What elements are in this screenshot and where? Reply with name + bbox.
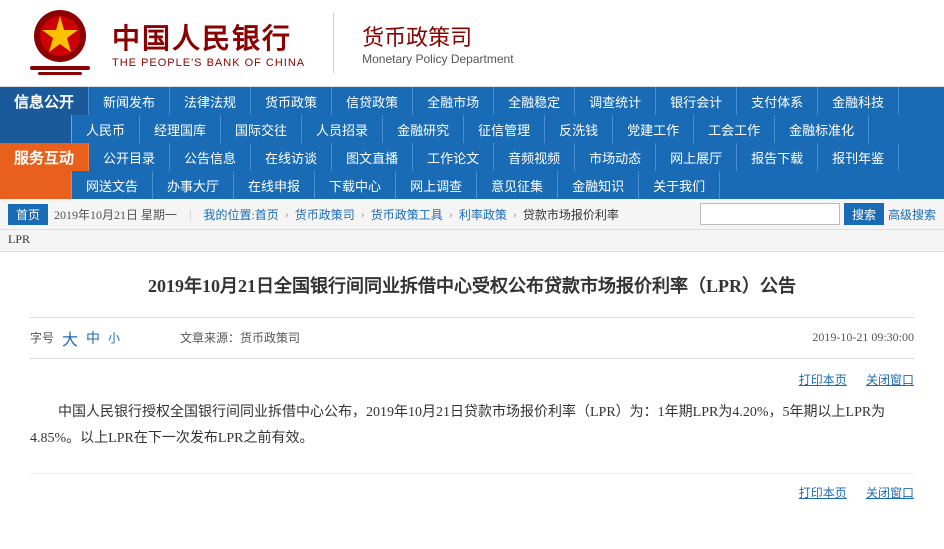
dept-name-cn: 货币政策司 <box>362 20 513 52</box>
lpr-sublabel: LPR <box>0 230 944 252</box>
nav-item-online-hall[interactable]: 网上展厅 <box>656 143 737 171</box>
nav-item-standard[interactable]: 金融标准化 <box>775 115 869 143</box>
nav-item-financial-stable[interactable]: 全融稳定 <box>494 87 575 115</box>
nav-item-monetary[interactable]: 货币政策 <box>251 87 332 115</box>
nav-item-rmb[interactable]: 人民币 <box>72 115 140 143</box>
dept-name-en: Monetary Policy Department <box>362 52 513 66</box>
nav-item-live[interactable]: 图文直播 <box>332 143 413 171</box>
nav-item-audio[interactable]: 音频视频 <box>494 143 575 171</box>
logo-text-group: 中国人民银行 THE PEOPLE'S BANK OF CHINA <box>112 17 305 69</box>
nav-item-yearbook[interactable]: 报刊年鉴 <box>818 143 899 171</box>
article-title: 2019年10月21日全国银行间同业拆借中心受权公布贷款市场报价利率（LPR）公… <box>30 272 914 301</box>
bank-name-cn: 中国人民银行 <box>112 17 305 57</box>
nav-section-service: 服务互动 <box>0 143 89 171</box>
breadcrumb-monetary-tools[interactable]: 货币政策工具 <box>371 206 443 223</box>
nav-row-3: 服务互动 公开目录 公告信息 在线访谈 图文直播 工作论文 音频视频 市场动态 … <box>0 143 944 171</box>
nav-section-info: 信息公开 <box>0 87 89 115</box>
bank-name-en: THE PEOPLE'S BANK OF CHINA <box>112 57 305 69</box>
nav-item-party[interactable]: 党建工作 <box>613 115 694 143</box>
font-size-control: 字号 大 中 小 <box>30 326 120 350</box>
breadcrumb-date: 2019年10月21日 星期一 <box>54 206 177 223</box>
breadcrumb-rate-policy[interactable]: 利率政策 <box>459 206 507 223</box>
pboc-emblem-icon <box>20 8 100 78</box>
nav-item-feedback[interactable]: 意见征集 <box>477 171 558 199</box>
breadcrumb-monetary-dept[interactable]: 货币政策司 <box>295 206 355 223</box>
nav-item-download[interactable]: 下载中心 <box>315 171 396 199</box>
nav-item-market[interactable]: 市场动态 <box>575 143 656 171</box>
nav-row-2: 人民币 经理国库 国际交往 人员招录 金融研究 征信管理 反洗钱 党建工作 工会… <box>0 115 944 143</box>
breadcrumb-arrow-4: › <box>513 207 517 222</box>
nav-item-survey2[interactable]: 网上调查 <box>396 171 477 199</box>
print-button-bottom[interactable]: 打印本页 <box>799 486 847 500</box>
breadcrumb-divider-1: | <box>189 207 191 222</box>
nav-item-credit[interactable]: 信贷政策 <box>332 87 413 115</box>
logo-area: 中国人民银行 THE PEOPLE'S BANK OF CHINA 货币政策司 … <box>20 8 514 78</box>
breadcrumb-arrow-2: › <box>361 207 365 222</box>
main-content: 2019年10月21日全国银行间同业拆借中心受权公布贷款市场报价利率（LPR）公… <box>0 252 944 521</box>
search-button[interactable]: 搜索 <box>844 203 884 225</box>
font-large-button[interactable]: 大 <box>62 326 78 350</box>
nav-item-online-apply[interactable]: 在线申报 <box>234 171 315 199</box>
nav-item-catalog[interactable]: 公开目录 <box>89 143 170 171</box>
nav-item-recruit[interactable]: 人员招录 <box>302 115 383 143</box>
nav-item-union[interactable]: 工会工作 <box>694 115 775 143</box>
advanced-search-link[interactable]: 高级搜索 <box>888 206 936 223</box>
nav-section-placeholder-2 <box>0 115 72 143</box>
nav-item-intl[interactable]: 国际交往 <box>221 115 302 143</box>
nav-item-aml[interactable]: 反洗钱 <box>545 115 613 143</box>
nav-item-banking[interactable]: 银行会计 <box>656 87 737 115</box>
nav-item-news[interactable]: 新闻发布 <box>89 87 170 115</box>
nav-item-reports[interactable]: 报告下载 <box>737 143 818 171</box>
nav-row-1: 信息公开 新闻发布 法律法规 货币政策 信贷政策 全融市场 全融稳定 调查统计 … <box>0 87 944 115</box>
breadcrumb-arrow-3: › <box>449 207 453 222</box>
article-date: 2019-10-21 09:30:00 <box>812 330 914 345</box>
nav-item-financial-market[interactable]: 全融市场 <box>413 87 494 115</box>
nav-item-interview[interactable]: 在线访谈 <box>251 143 332 171</box>
nav-items-row3: 公开目录 公告信息 在线访谈 图文直播 工作论文 音频视频 市场动态 网上展厅 … <box>89 143 944 171</box>
nav-item-finance-knowledge[interactable]: 金融知识 <box>558 171 639 199</box>
breadcrumb-arrow-1: › <box>285 207 289 222</box>
nav-items-row1: 新闻发布 法律法规 货币政策 信贷政策 全融市场 全融稳定 调查统计 银行会计 … <box>89 87 944 115</box>
nav-item-fintech[interactable]: 金融科技 <box>818 87 899 115</box>
nav-item-notice[interactable]: 公告信息 <box>170 143 251 171</box>
nav-item-papers[interactable]: 工作论文 <box>413 143 494 171</box>
search-area: 搜索 高级搜索 <box>700 203 936 225</box>
breadcrumb-position-label: 我的位置:首页 <box>203 206 278 223</box>
header: 中国人民银行 THE PEOPLE'S BANK OF CHINA 货币政策司 … <box>0 0 944 87</box>
font-medium-button[interactable]: 中 <box>86 328 100 348</box>
header-divider <box>333 13 334 73</box>
nav-item-treasury[interactable]: 经理国库 <box>140 115 221 143</box>
nav-item-payment[interactable]: 支付体系 <box>737 87 818 115</box>
nav-items-row4: 网送文告 办事大厅 在线申报 下载中心 网上调查 意见征集 金融知识 关于我们 <box>72 171 944 199</box>
nav-item-law[interactable]: 法律法规 <box>170 87 251 115</box>
nav-item-credit-mgmt[interactable]: 征信管理 <box>464 115 545 143</box>
nav-item-research[interactable]: 金融研究 <box>383 115 464 143</box>
dept-info: 货币政策司 Monetary Policy Department <box>362 20 513 66</box>
nav-item-about[interactable]: 关于我们 <box>639 171 720 199</box>
close-button-top[interactable]: 关闭窗口 <box>866 373 914 387</box>
font-size-label: 字号 <box>30 329 54 346</box>
home-button[interactable]: 首页 <box>8 204 48 225</box>
search-input[interactable] <box>700 203 840 225</box>
nav-item-notice-send[interactable]: 网送文告 <box>72 171 153 199</box>
article-actions-bottom: 打印本页 关闭窗口 <box>30 473 914 501</box>
article-meta: 字号 大 中 小 文章来源：货币政策司 2019-10-21 09:30:00 <box>30 317 914 359</box>
article-source: 文章来源：货币政策司 <box>180 329 300 346</box>
print-button-top[interactable]: 打印本页 <box>799 373 847 387</box>
article-actions-top: 打印本页 关闭窗口 <box>30 371 914 388</box>
nav-items-row2: 人民币 经理国库 国际交往 人员招录 金融研究 征信管理 反洗钱 党建工作 工会… <box>72 115 944 143</box>
nav-item-survey[interactable]: 调查统计 <box>575 87 656 115</box>
nav-item-service-hall[interactable]: 办事大厅 <box>153 171 234 199</box>
font-small-button[interactable]: 小 <box>108 329 120 346</box>
nav-section-placeholder-4 <box>0 171 72 199</box>
breadcrumb-bar: 首页 2019年10月21日 星期一 | 我的位置:首页 › 货币政策司 › 货… <box>0 199 944 230</box>
close-button-bottom[interactable]: 关闭窗口 <box>866 486 914 500</box>
nav-primary: 信息公开 新闻发布 法律法规 货币政策 信贷政策 全融市场 全融稳定 调查统计 … <box>0 87 944 199</box>
article-body: 中国人民银行授权全国银行间同业拆借中心公布，2019年10月21日贷款市场报价利… <box>30 400 914 453</box>
nav-row-4: 网送文告 办事大厅 在线申报 下载中心 网上调查 意见征集 金融知识 关于我们 <box>0 171 944 199</box>
breadcrumb-lpr: 贷款市场报价利率 <box>523 206 619 223</box>
